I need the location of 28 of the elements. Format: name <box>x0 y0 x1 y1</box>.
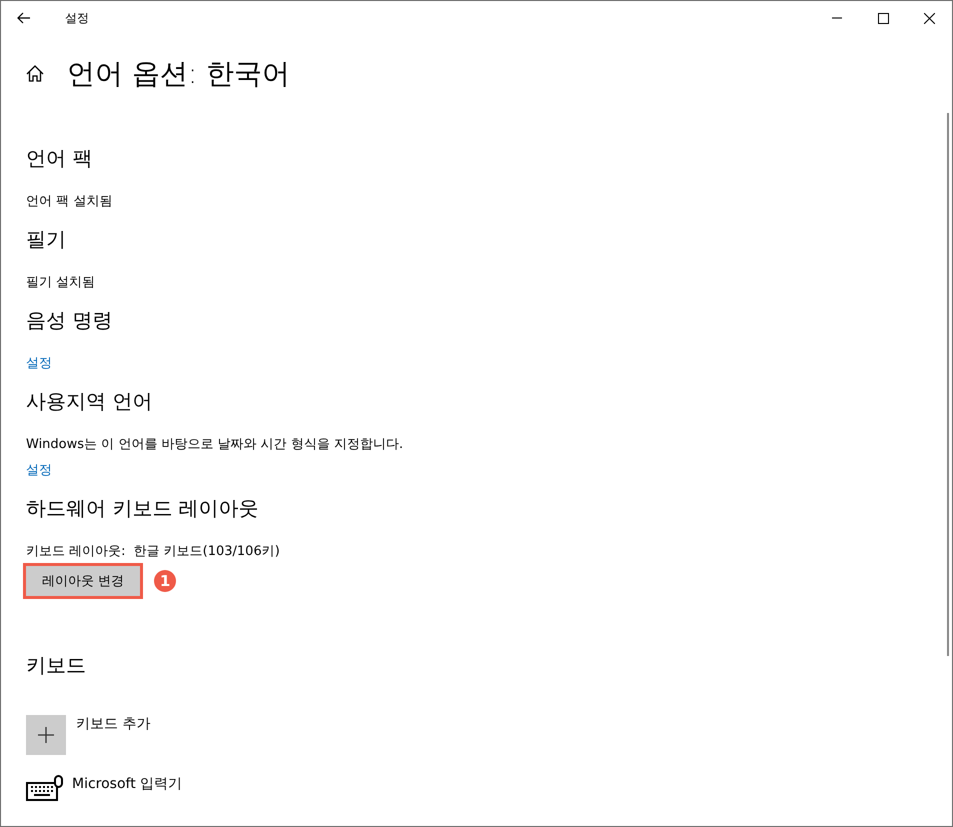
minimize-icon <box>832 17 842 19</box>
plus-icon <box>37 726 55 744</box>
description-text: 언어 팩 설치됨 <box>26 193 114 211</box>
keyboard-name[interactable]: Microsoft 입력기 <box>72 775 182 793</box>
description-text: 필기 설치됨 <box>26 274 96 292</box>
keyboard-icon <box>26 775 64 801</box>
section-heading: 사용지역 언어 <box>26 388 154 415</box>
section-heading: 필기 <box>26 226 67 253</box>
section-heading: 키보드 <box>26 652 87 679</box>
section-heading: 하드웨어 키보드 레이아웃 <box>26 495 260 522</box>
field-label: 키보드 레이아웃: <box>26 543 126 560</box>
window-title: 설정 <box>65 10 89 26</box>
step-badge: 1 <box>154 570 176 592</box>
back-arrow-icon <box>17 12 31 24</box>
scrollbar[interactable] <box>947 113 949 656</box>
add-keyboard-button[interactable] <box>26 715 66 755</box>
home-icon[interactable] <box>25 64 45 84</box>
close-icon <box>924 12 934 24</box>
settings-link[interactable]: 설정 <box>26 354 52 374</box>
change-layout-button[interactable]: 레이아웃 변경 <box>26 566 140 596</box>
add-keyboard-label[interactable]: 키보드 추가 <box>76 715 150 733</box>
field-value: 한글 키보드(103/106키) <box>134 543 280 560</box>
section-heading: 음성 명령 <box>26 307 114 334</box>
section-heading: 언어 팩 <box>26 145 94 172</box>
settings-link[interactable]: 설정 <box>26 461 52 481</box>
page-title: 언어 옵션: 한국어 <box>67 56 290 92</box>
maximize-icon <box>878 12 888 24</box>
description-text: Windows는 이 언어를 바탕으로 날짜와 시간 형식을 지정합니다. <box>26 436 404 454</box>
